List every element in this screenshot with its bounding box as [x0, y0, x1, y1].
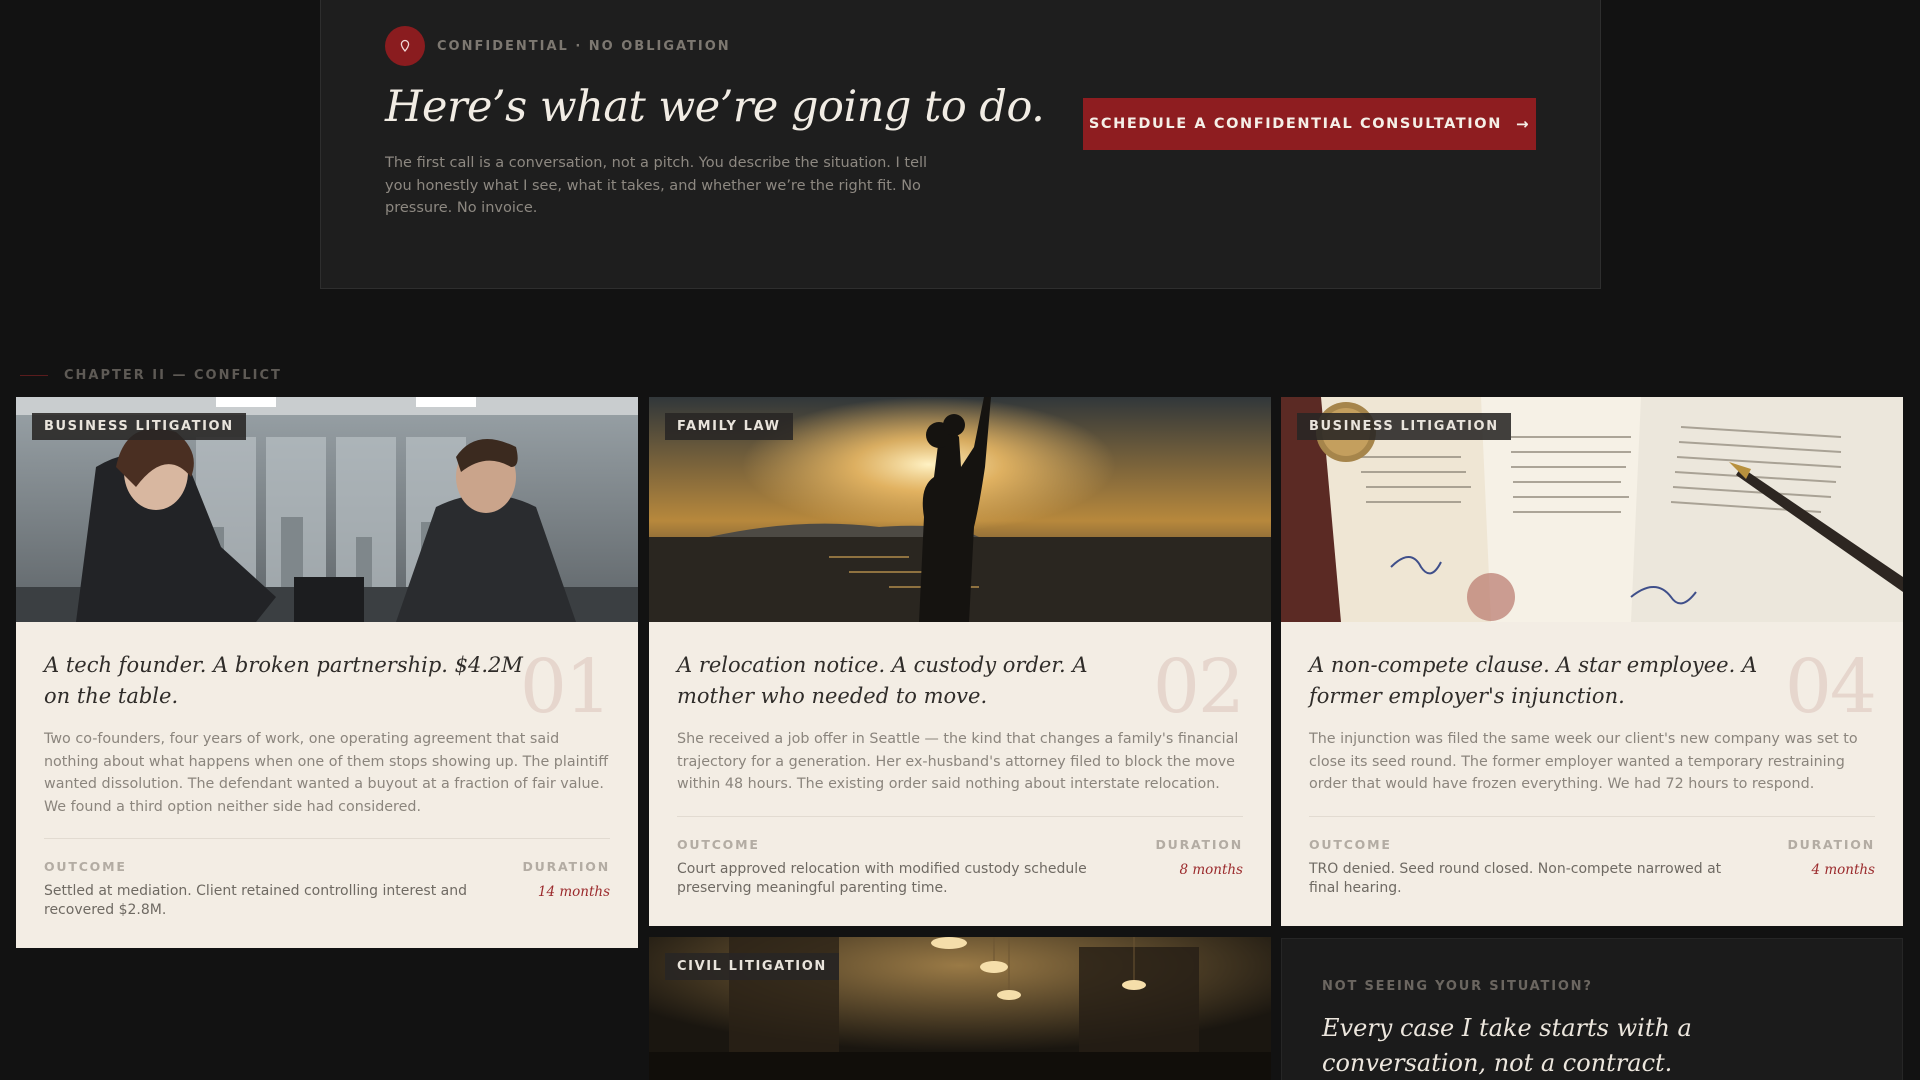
case-image-boardroom: BUSINESS LITIGATION — [16, 397, 638, 622]
consultation-panel: CONFIDENTIAL · NO OBLIGATION Here’s what… — [320, 0, 1601, 289]
case-duration: DURATION 8 months — [1155, 837, 1243, 898]
duration-label: DURATION — [1155, 836, 1243, 852]
case-duration: DURATION 4 months — [1787, 837, 1875, 898]
duration-label: DURATION — [522, 859, 610, 874]
case-title: A relocation notice. A custody order. A … — [677, 653, 1088, 708]
location-pin-icon — [385, 26, 425, 66]
duration-label: DURATION — [1787, 836, 1875, 852]
confidential-label: CONFIDENTIAL · NO OBLIGATION — [437, 38, 731, 54]
case-outcome: OUTCOME TRO denied. Seed round closed. N… — [1309, 837, 1739, 898]
case-title: A non-compete clause. A star employee. A… — [1309, 653, 1758, 708]
duration-text: 14 months — [537, 884, 610, 900]
case-duration: DURATION 14 months — [522, 859, 610, 920]
outcome-label: OUTCOME — [44, 859, 127, 874]
case-divider — [1309, 815, 1875, 817]
practice-area-tag: FAMILY LAW — [665, 413, 793, 440]
case-number: 02 — [1152, 644, 1245, 730]
not-seeing-panel: NOT SEEING YOUR SITUATION? Every case I … — [1281, 938, 1903, 1080]
duration-text: 8 months — [1179, 861, 1243, 878]
case-description: She received a job offer in Seattle — th… — [677, 731, 1239, 792]
case-title: A tech founder. A broken partnership. $4… — [44, 653, 523, 708]
schedule-consultation-label: SCHEDULE A CONFIDENTIAL CONSULTATION — [1088, 116, 1502, 132]
chapter-heading: CHAPTER II — CONFLICT — [20, 368, 282, 383]
case-body: 04 A non-compete clause. A star employee… — [1281, 622, 1903, 898]
outcome-text: TRO denied. Seed round closed. Non-compe… — [1309, 860, 1722, 896]
case-outcome: OUTCOME Settled at mediation. Client ret… — [44, 859, 474, 920]
consultation-description: The first call is a conversation, not a … — [385, 155, 928, 216]
case-outcome: OUTCOME Court approved relocation with m… — [677, 837, 1107, 898]
case-card-family-law-02[interactable]: FAMILY LAW 02 A relocation notice. A cus… — [649, 397, 1271, 926]
case-number: 04 — [1784, 644, 1877, 730]
outcome-text: Court approved relocation with modified … — [677, 860, 1087, 896]
schedule-consultation-button[interactable]: SCHEDULE A CONFIDENTIAL CONSULTATION → — [1083, 98, 1536, 150]
practice-area-tag: CIVIL LITIGATION — [665, 953, 839, 980]
duration-text: 4 months — [1811, 861, 1875, 878]
case-number: 01 — [519, 644, 612, 730]
outcome-label: OUTCOME — [677, 836, 760, 852]
case-description: Two co-founders, four years of work, one… — [44, 731, 609, 815]
case-card-business-litigation-04[interactable]: BUSINESS LITIGATION 04 A non-compete cla… — [1281, 397, 1903, 926]
confidential-badge: CONFIDENTIAL · NO OBLIGATION — [385, 26, 731, 66]
case-card-business-litigation-01[interactable]: BUSINESS LITIGATION 01 A tech founder. A… — [16, 397, 638, 948]
case-meta: OUTCOME Settled at mediation. Client ret… — [44, 859, 610, 920]
case-divider — [44, 838, 610, 839]
not-seeing-label: NOT SEEING YOUR SITUATION? — [1322, 979, 1593, 994]
not-seeing-heading: Every case I take starts with a conversa… — [1322, 1014, 1692, 1077]
practice-area-tag: BUSINESS LITIGATION — [32, 413, 246, 440]
arrow-right-icon: → — [1515, 115, 1531, 133]
consultation-heading: Here’s what we’re going to do. — [385, 82, 1045, 132]
case-description: The injunction was filed the same week o… — [1309, 731, 1858, 792]
case-body: 01 A tech founder. A broken partnership.… — [16, 622, 638, 920]
chapter-label: CHAPTER II — CONFLICT — [64, 368, 282, 383]
chapter-divider — [20, 375, 48, 376]
case-card-civil-litigation[interactable]: CIVIL LITIGATION — [649, 937, 1271, 1080]
case-meta: OUTCOME TRO denied. Seed round closed. N… — [1309, 837, 1875, 898]
practice-area-tag: BUSINESS LITIGATION — [1297, 413, 1511, 440]
case-image-restaurant: CIVIL LITIGATION — [649, 937, 1271, 1080]
case-divider — [677, 815, 1243, 817]
outcome-text: Settled at mediation. Client retained co… — [44, 883, 468, 918]
case-image-sunset-beach: FAMILY LAW — [649, 397, 1271, 622]
case-image-legal-documents: BUSINESS LITIGATION — [1281, 397, 1903, 622]
case-meta: OUTCOME Court approved relocation with m… — [677, 837, 1243, 898]
case-body: 02 A relocation notice. A custody order.… — [649, 622, 1271, 898]
page: CONFIDENTIAL · NO OBLIGATION Here’s what… — [0, 0, 1920, 1080]
outcome-label: OUTCOME — [1309, 836, 1392, 852]
